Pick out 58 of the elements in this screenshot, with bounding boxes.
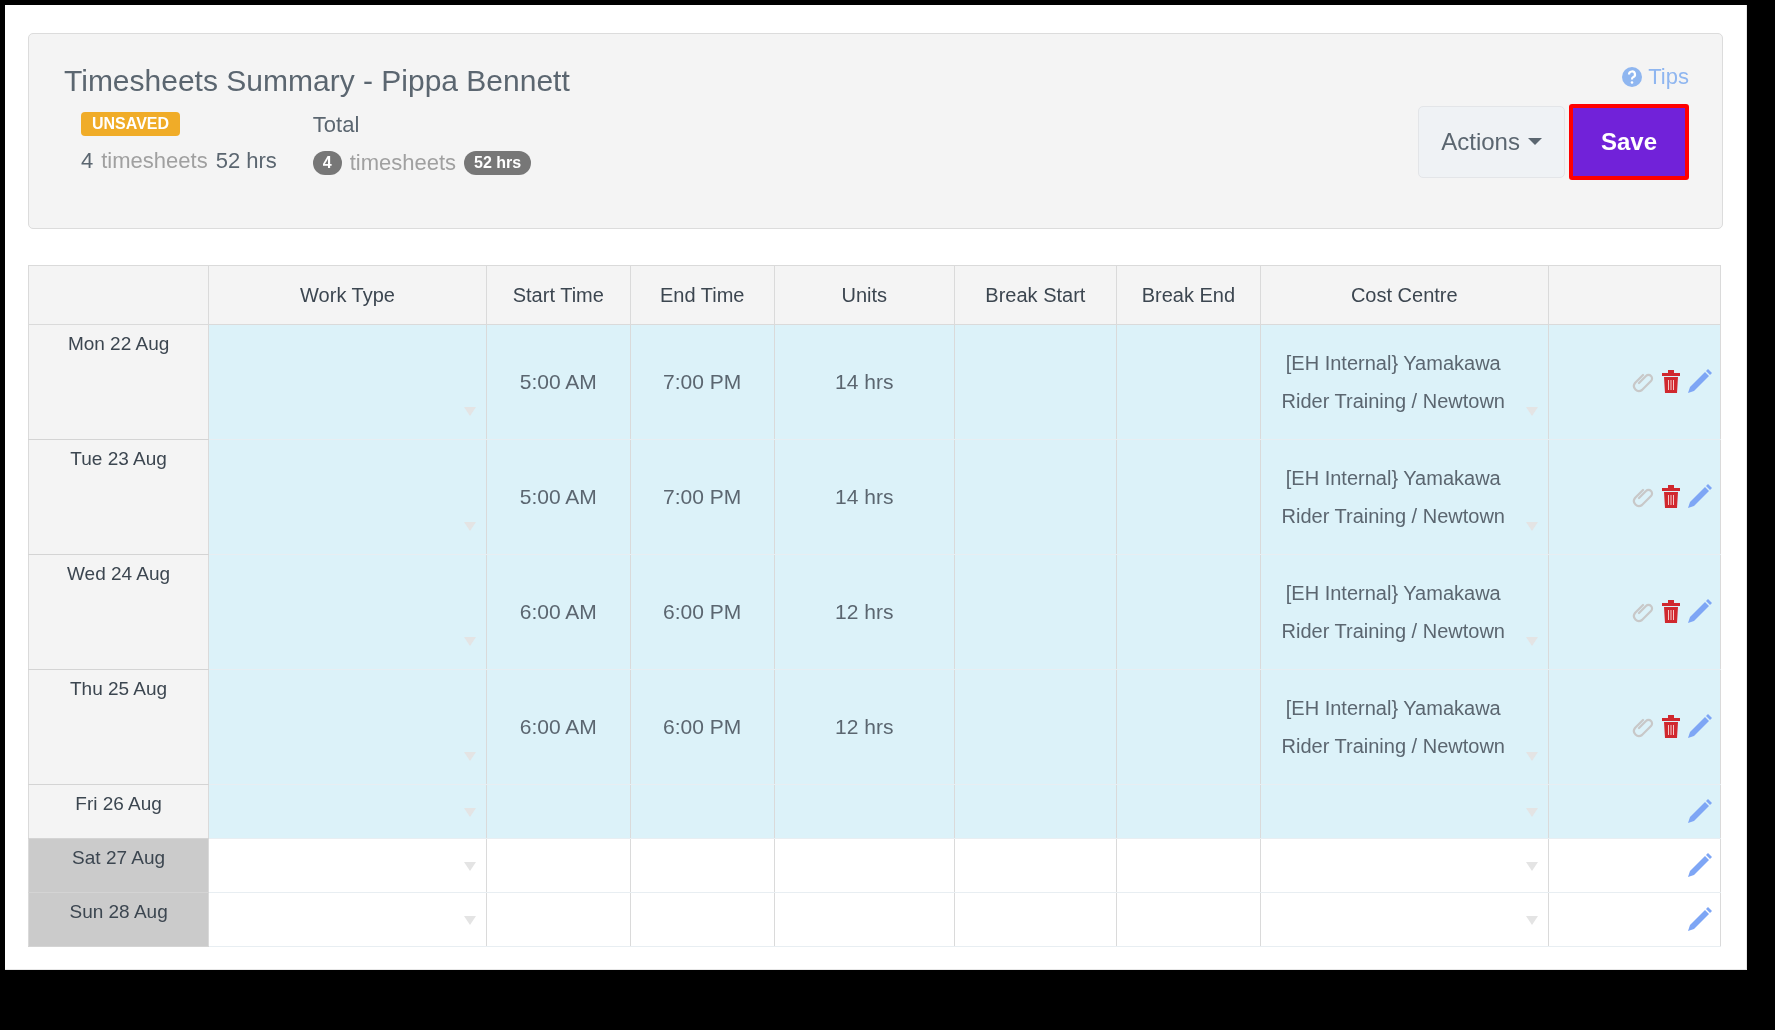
edit-pencil-icon[interactable] (1686, 852, 1712, 879)
edit-pencil-icon[interactable] (1686, 906, 1712, 933)
end-time: 6:00 PM (663, 715, 742, 738)
save-button[interactable]: Save (1568, 104, 1689, 180)
date-label: Thu 25 Aug (69, 678, 169, 700)
column-header: Work Type (208, 265, 487, 325)
delete-icon[interactable] (1662, 485, 1680, 509)
column-header: Units (774, 265, 955, 325)
start-time: 5:00 AM (519, 485, 597, 508)
date-label: Sat 27 Aug (71, 847, 167, 869)
page-title: Timesheets Summary - Pippa Bennett (64, 64, 570, 98)
start-time: 6:00 AM (519, 600, 597, 623)
column-header: End Time (630, 265, 775, 325)
delete-icon[interactable] (1662, 370, 1680, 394)
total-label: Total (312, 112, 361, 138)
end-time: 6:00 PM (663, 600, 742, 623)
dropdown-caret-icon[interactable] (463, 862, 476, 872)
unsaved-hours: 52 hrs (215, 148, 277, 174)
edit-pencil-icon[interactable] (1686, 369, 1712, 395)
cost-centre-value: [EH Internal} Yamakawa Rider Training / Newtown (1280, 466, 1506, 529)
units-value: 14 hrs (835, 370, 894, 393)
start-time: 5:00 AM (519, 370, 597, 393)
start-time: 6:00 AM (519, 715, 597, 738)
actions-dropdown-button[interactable]: Actions (1418, 106, 1565, 178)
date-label: Mon 22 Aug (66, 333, 171, 355)
timesheets-label: timesheets (101, 148, 208, 174)
dropdown-caret-icon[interactable] (463, 916, 476, 926)
cost-centre-value: [EH Internal} Yamakawa Rider Training / Newtown (1280, 351, 1506, 414)
date-label: Fri 26 Aug (74, 793, 163, 815)
total-hours-badge: 52 hrs (464, 151, 532, 175)
edit-pencil-icon[interactable] (1686, 599, 1712, 625)
edit-pencil-icon[interactable] (1686, 484, 1712, 510)
date-label: Tue 23 Aug (69, 448, 168, 470)
date-label: Wed 24 Aug (66, 563, 172, 585)
dropdown-caret-icon[interactable] (1525, 862, 1538, 872)
units-value: 12 hrs (835, 600, 894, 623)
edit-pencil-icon[interactable] (1686, 714, 1712, 740)
column-header: Cost Centre (1260, 265, 1549, 325)
delete-icon[interactable] (1662, 600, 1680, 624)
cost-centre-value: [EH Internal} Yamakawa Rider Training / Newtown (1280, 696, 1506, 759)
total-count-badge: 4 (312, 151, 342, 175)
units-value: 12 hrs (835, 715, 894, 738)
unsaved-badge: UNSAVED (81, 112, 181, 136)
column-header: Break End (1116, 265, 1261, 325)
timesheets-label: timesheets (349, 150, 457, 176)
units-value: 14 hrs (835, 485, 894, 508)
unsaved-count: 4 (81, 148, 94, 174)
delete-icon[interactable] (1662, 715, 1680, 739)
date-label: Sun 28 Aug (68, 901, 169, 923)
column-header: Break Start (954, 265, 1117, 325)
end-time: 7:00 PM (663, 370, 742, 393)
caret-icon (1527, 138, 1542, 146)
dropdown-caret-icon[interactable] (1525, 916, 1538, 926)
edit-pencil-icon[interactable] (1686, 798, 1712, 825)
help-icon (1622, 67, 1643, 87)
cost-centre-value: [EH Internal} Yamakawa Rider Training / Newtown (1280, 581, 1506, 644)
end-time: 7:00 PM (663, 485, 742, 508)
column-header: Start Time (486, 265, 631, 325)
